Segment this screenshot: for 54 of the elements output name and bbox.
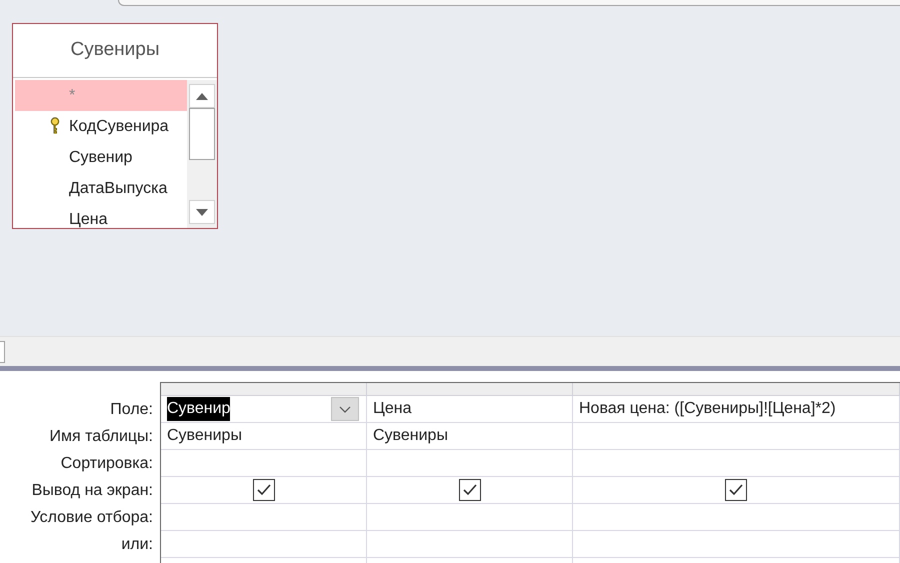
grid-cell[interactable] [573, 450, 900, 477]
input-field[interactable] [0, 340, 5, 362]
grid-cell[interactable] [367, 450, 573, 477]
field-list-item[interactable]: ДатаВыпуска [15, 173, 187, 204]
table-name: Сувениры [373, 426, 448, 446]
row-label: или: [121, 534, 153, 554]
check-icon [256, 484, 270, 496]
grid-cell[interactable] [161, 504, 367, 531]
scrollbar[interactable] [187, 80, 217, 228]
grid-cell[interactable] [367, 531, 573, 558]
row-label: Имя таблицы: [50, 426, 153, 446]
grid-cell[interactable] [573, 531, 900, 558]
column-selector[interactable] [367, 383, 573, 396]
field-value: Сувенир [167, 397, 230, 421]
grid-cell[interactable] [573, 477, 900, 504]
grid-cell[interactable]: Новая цена: ([Сувениры]![Цена]*2) [573, 396, 900, 423]
scroll-up-icon[interactable] [196, 92, 208, 100]
row-label: Поле: [110, 400, 153, 420]
chevron-down-icon [339, 406, 351, 412]
field-name: КодСувенира [69, 116, 169, 136]
grid-cell[interactable]: Сувениры [367, 423, 573, 450]
field-list-item[interactable]: Сувенир [15, 142, 187, 173]
checkbox[interactable] [252, 479, 274, 501]
dropdown-button[interactable] [331, 397, 359, 421]
field-value: Цена [373, 399, 412, 419]
column-selector[interactable] [573, 383, 900, 396]
checkbox[interactable] [458, 479, 480, 501]
row-label: Условие отбора: [30, 508, 153, 528]
field-list-item[interactable]: КодСувенира [15, 111, 187, 142]
grid-cell[interactable] [161, 477, 367, 504]
check-icon [729, 484, 743, 496]
field-name: Сувенир [69, 148, 132, 168]
scroll-down-icon[interactable] [196, 208, 208, 216]
checkbox[interactable] [725, 479, 747, 501]
check-icon [462, 484, 476, 496]
grid-cell[interactable]: Сувенир [161, 396, 367, 423]
table-name: Сувениры [167, 426, 242, 446]
field-value: Новая цена: ([Сувениры]![Цена]*2) [579, 399, 836, 419]
key-icon [50, 117, 60, 135]
grid-cell[interactable]: Цена [367, 396, 573, 423]
field-name: * [69, 86, 76, 106]
field-name: ДатаВыпуска [69, 178, 168, 198]
field-list-item[interactable]: Цена [15, 204, 187, 228]
grid-cell[interactable] [161, 450, 367, 477]
field-name: Цена [69, 210, 108, 228]
grid-cell[interactable] [161, 531, 367, 558]
grid-cell[interactable] [367, 504, 573, 531]
row-label: Вывод на экран: [32, 480, 153, 500]
grid-cell[interactable] [367, 477, 573, 504]
grid-cell[interactable] [573, 504, 900, 531]
grid-cell[interactable] [573, 423, 900, 450]
row-label: Сортировка: [60, 454, 153, 474]
grid-cell[interactable]: Сувениры [161, 423, 367, 450]
table-title: Сувениры [70, 38, 160, 62]
